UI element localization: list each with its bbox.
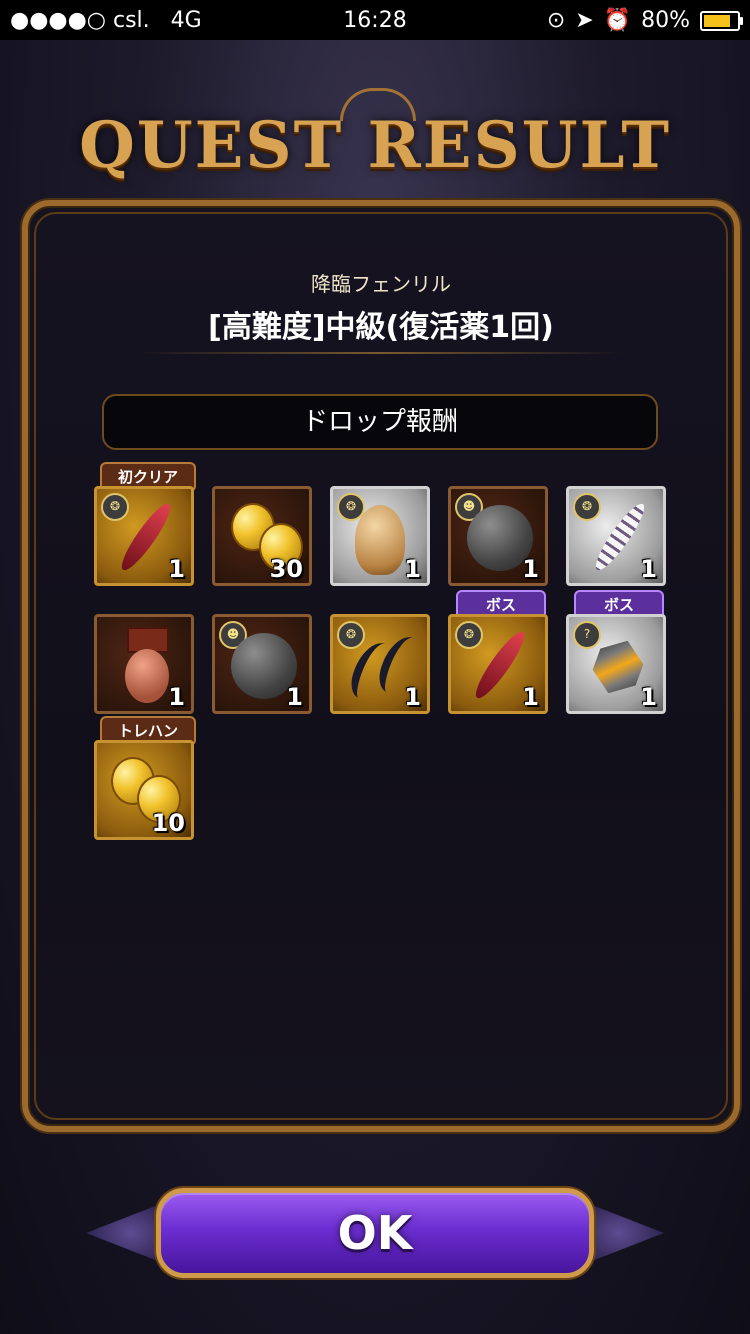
drop-rewards-header: ドロップ報酬: [102, 394, 658, 450]
reward-item[interactable]: ❂ 1: [448, 614, 548, 714]
reward-qty: 30: [269, 555, 303, 583]
quest-name: 降臨フェンリル: [311, 272, 451, 296]
reward-qty: 1: [640, 555, 657, 583]
rarity-badge-icon: ❂: [455, 621, 483, 649]
divider: [138, 352, 624, 354]
rarity-badge-icon: ?: [573, 621, 601, 649]
alarm-icon: ⏰: [603, 8, 632, 33]
battery-fill: [704, 14, 730, 27]
reward-item[interactable]: ❂ 1: [94, 486, 194, 586]
reward-qty: 1: [404, 683, 421, 711]
reward-item[interactable]: ❂ 1: [566, 486, 666, 586]
reward-qty: 1: [404, 555, 421, 583]
reward-item[interactable]: 30: [212, 486, 312, 586]
result-panel: 降臨フェンリル [高難度]中級(復活薬1回) ドロップ報酬 初クリア ❂ 1 3…: [22, 200, 740, 1132]
status-right: ⊙ ➤ ⏰ 80%: [546, 8, 743, 33]
reward-item[interactable]: ☻ 1: [448, 486, 548, 586]
status-bar: ●●●●○ csl. 4G 16:28 ⊙ ➤ ⏰ 80%: [0, 0, 750, 40]
reward-qty: 1: [168, 683, 185, 711]
reward-qty: 1: [640, 683, 657, 711]
location-arrow-icon: ➤: [575, 8, 594, 33]
title-ornament-icon: [340, 88, 416, 121]
reward-qty: 1: [286, 683, 303, 711]
battery-percent: 80%: [641, 8, 690, 33]
reward-item[interactable]: ❂ 1: [330, 486, 430, 586]
ok-button[interactable]: OK: [156, 1188, 594, 1278]
rotation-lock-icon: ⊙: [546, 8, 566, 33]
rarity-badge-icon: ❂: [101, 493, 129, 521]
reward-item[interactable]: ❂ 1: [330, 614, 430, 714]
beige-fur-icon: [355, 505, 405, 575]
rarity-badge-icon: ❂: [573, 493, 601, 521]
reward-qty: 10: [151, 809, 185, 837]
reward-qty: 1: [522, 555, 539, 583]
reward-item[interactable]: 1: [94, 614, 194, 714]
reward-qty: 1: [522, 683, 539, 711]
title-banner: QUEST RESULT: [0, 88, 750, 218]
ok-button-frame: OK: [86, 1178, 664, 1288]
quest-difficulty: [高難度]中級(復活薬1回): [208, 310, 554, 345]
rarity-badge-icon: ❂: [337, 621, 365, 649]
battery-icon: [700, 10, 743, 31]
reward-item[interactable]: ☻ 1: [212, 614, 312, 714]
top-hat-rabbit-icon: [125, 649, 169, 703]
reward-item[interactable]: ? 1: [566, 614, 666, 714]
reward-qty: 1: [168, 555, 185, 583]
reward-item[interactable]: 10: [94, 740, 194, 840]
